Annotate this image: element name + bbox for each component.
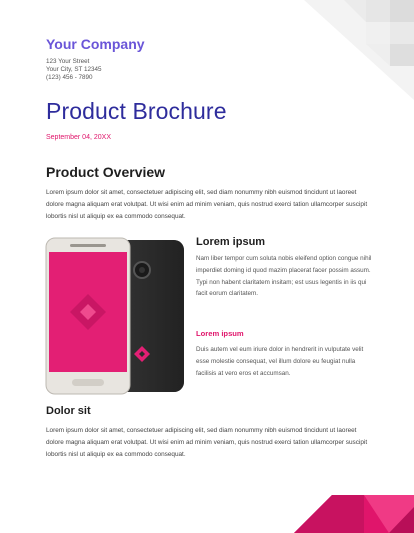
company-name: Your Company <box>46 36 145 52</box>
overview-paragraph: Lorem ipsum dolor sit amet, consectetuer… <box>46 189 368 220</box>
brochure-page: Your Company 123 Your Street Your City, … <box>0 0 414 533</box>
feature-sub-paragraph: Duis autem vel eum iriure dolor in hendr… <box>196 346 364 377</box>
corner-decoration-top <box>304 0 414 100</box>
corner-decoration-bottom <box>294 495 414 533</box>
document-date: September 04, 20XX <box>46 134 111 141</box>
overview-heading: Product Overview <box>46 164 166 180</box>
company-phone: (123) 456 - 7890 <box>46 74 93 81</box>
dolor-heading: Dolor sit <box>46 405 91 417</box>
feature-heading: Lorem ipsum <box>196 236 266 248</box>
phone-product-image <box>45 237 184 395</box>
document-title: Product Brochure <box>46 98 227 124</box>
company-street: 123 Your Street <box>46 58 90 65</box>
company-city: Your City, ST 12345 <box>46 66 102 73</box>
feature-paragraph: Nam liber tempor cum soluta nobis eleife… <box>196 255 372 298</box>
dolor-paragraph: Lorem ipsum dolor sit amet, consectetuer… <box>46 427 368 458</box>
feature-subheading: Lorem ipsum <box>196 329 244 338</box>
